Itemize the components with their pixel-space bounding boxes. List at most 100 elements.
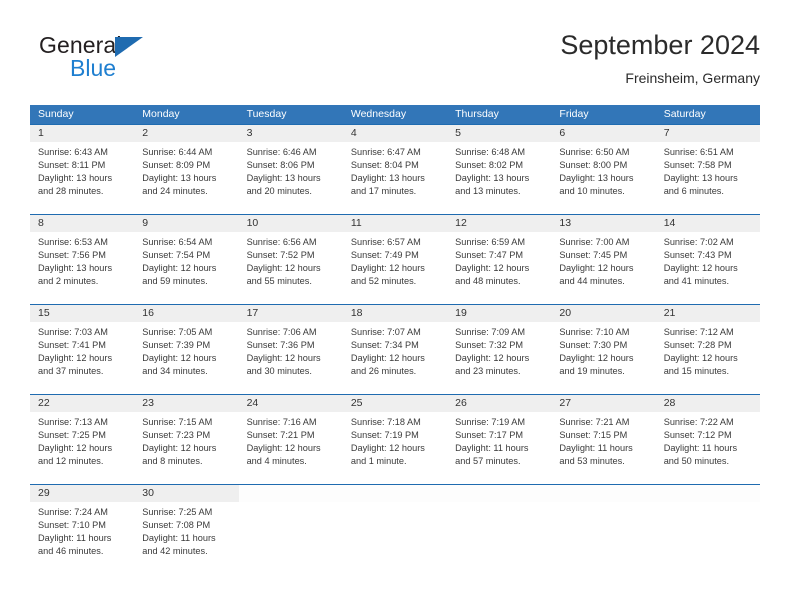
sunset-text: Sunset: 7:19 PM <box>350 430 419 441</box>
weekday-header-tuesday: Tuesday <box>246 108 287 120</box>
daylight-text-line1: Daylight: 12 hours <box>663 263 738 274</box>
sunset-text: Sunset: 7:36 PM <box>246 340 315 351</box>
sunset-text: Sunset: 7:32 PM <box>455 340 524 351</box>
day-details: Sunrise: 7:18 AM Sunset: 7:19 PM Daylight:… <box>343 412 447 468</box>
daylight-text-line2: and 46 minutes. <box>38 546 104 557</box>
sunrise-text: Sunrise: 7:09 AM <box>455 327 526 337</box>
day-cell[interactable]: 11 Sunrise: 6:57 AM Sunset: 7:49 PM Dayligh… <box>342 215 448 304</box>
week-row: 22 Sunrise: 7:13 AM Sunset: 7:25 PM Dayligh… <box>30 394 760 484</box>
daylight-text-line1: Daylight: 12 hours <box>38 443 113 454</box>
day-cell[interactable]: 28 Sunrise: 7:22 AM Sunset: 7:12 PM Dayligh… <box>655 395 760 484</box>
sunrise-text: Sunrise: 7:07 AM <box>350 327 421 337</box>
day-cell[interactable]: 25 Sunrise: 7:18 AM Sunset: 7:19 PM Dayligh… <box>342 395 448 484</box>
day-cell[interactable]: 4 Sunrise: 6:47 AM Sunset: 8:04 PM Daylight… <box>342 125 448 214</box>
day-cell[interactable]: 14 Sunrise: 7:02 AM Sunset: 7:43 PM Dayligh… <box>655 215 760 304</box>
day-cell[interactable]: 7 Sunrise: 6:51 AM Sunset: 7:58 PM Daylight… <box>655 125 760 214</box>
day-number: 6 <box>559 127 566 139</box>
sunset-text: Sunset: 8:04 PM <box>350 160 419 171</box>
day-details: Sunrise: 6:53 AM Sunset: 7:56 PM Daylight:… <box>30 232 134 288</box>
sunrise-text: Sunrise: 7:22 AM <box>663 417 734 427</box>
daylight-text-line1: Daylight: 12 hours <box>142 353 217 364</box>
day-number: 18 <box>350 307 363 319</box>
sunset-text: Sunset: 8:09 PM <box>142 160 211 171</box>
sunrise-text: Sunrise: 6:51 AM <box>663 147 734 157</box>
daylight-text-line1: Daylight: 12 hours <box>455 263 530 274</box>
daylight-text-line2: and 53 minutes. <box>559 456 625 467</box>
day-number: 16 <box>142 307 154 319</box>
day-cell[interactable]: 9 Sunrise: 6:54 AM Sunset: 7:54 PM Daylight… <box>134 215 239 304</box>
daylight-text-line1: Daylight: 13 hours <box>38 263 113 274</box>
sunrise-text: Sunrise: 7:02 AM <box>663 237 734 247</box>
daylight-text-line1: Daylight: 11 hours <box>38 533 112 544</box>
week-row: 1 Sunrise: 6:43 AM Sunset: 8:11 PM Daylight… <box>30 124 760 214</box>
day-cell[interactable]: 27 Sunrise: 7:21 AM Sunset: 7:15 PM Dayligh… <box>551 395 656 484</box>
day-details: Sunrise: 7:07 AM Sunset: 7:34 PM Daylight:… <box>343 322 447 378</box>
day-cell[interactable]: 24 Sunrise: 7:16 AM Sunset: 7:21 PM Dayligh… <box>238 395 343 484</box>
daylight-text-line1: Daylight: 12 hours <box>350 263 425 274</box>
daylight-text-line1: Daylight: 11 hours <box>559 443 633 454</box>
week-row: 8 Sunrise: 6:53 AM Sunset: 7:56 PM Daylight… <box>30 214 760 304</box>
day-number: 26 <box>455 397 467 409</box>
day-details: Sunrise: 7:13 AM Sunset: 7:25 PM Daylight:… <box>30 412 134 468</box>
day-cell[interactable]: 26 Sunrise: 7:19 AM Sunset: 7:17 PM Dayligh… <box>447 395 552 484</box>
day-cell[interactable]: 1 Sunrise: 6:43 AM Sunset: 8:11 PM Daylight… <box>30 125 135 214</box>
brand-logo[interactable]: General Blue <box>39 32 239 88</box>
day-details: Sunrise: 6:54 AM Sunset: 7:54 PM Daylight:… <box>134 232 238 288</box>
day-cell[interactable]: 6 Sunrise: 6:50 AM Sunset: 8:00 PM Daylight… <box>551 125 656 214</box>
daylight-text-line1: Daylight: 12 hours <box>350 353 425 364</box>
day-number: 20 <box>559 307 572 319</box>
sunrise-text: Sunrise: 7:16 AM <box>246 417 317 427</box>
day-number: 4 <box>350 127 357 139</box>
day-cell[interactable]: 2 Sunrise: 6:44 AM Sunset: 8:09 PM Daylight… <box>134 125 239 214</box>
day-cell[interactable]: 21 Sunrise: 7:12 AM Sunset: 7:28 PM Dayligh… <box>655 305 760 394</box>
day-cell[interactable]: 19 Sunrise: 7:09 AM Sunset: 7:32 PM Dayligh… <box>447 305 552 394</box>
day-cell[interactable]: 20 Sunrise: 7:10 AM Sunset: 7:30 PM Dayligh… <box>551 305 656 394</box>
day-cell[interactable]: 12 Sunrise: 6:59 AM Sunset: 7:47 PM Dayligh… <box>447 215 552 304</box>
sunset-text: Sunset: 7:58 PM <box>663 160 732 171</box>
sunrise-text: Sunrise: 6:47 AM <box>350 147 421 157</box>
daylight-text-line1: Daylight: 12 hours <box>455 353 530 364</box>
sunset-text: Sunset: 8:11 PM <box>38 160 106 171</box>
day-cell[interactable]: 8 Sunrise: 6:53 AM Sunset: 7:56 PM Daylight… <box>30 215 135 304</box>
daylight-text-line1: Daylight: 12 hours <box>559 263 634 274</box>
weekday-header-saturday: Saturday <box>663 108 706 120</box>
day-number: 9 <box>142 217 149 229</box>
daylight-text-line2: and 57 minutes. <box>455 456 521 467</box>
day-cell[interactable]: 10 Sunrise: 6:56 AM Sunset: 7:52 PM Dayligh… <box>238 215 343 304</box>
day-number: 28 <box>663 397 676 409</box>
daylight-text-line2: and 13 minutes. <box>455 186 521 197</box>
day-cell[interactable]: 5 Sunrise: 6:48 AM Sunset: 8:02 PM Daylight… <box>447 125 552 214</box>
sunset-text: Sunset: 7:12 PM <box>663 430 732 441</box>
weekday-header-sunday: Sunday <box>38 108 74 120</box>
daylight-text-line2: and 52 minutes. <box>350 276 417 287</box>
day-cell[interactable]: 17 Sunrise: 7:06 AM Sunset: 7:36 PM Dayligh… <box>238 305 343 394</box>
sunrise-text: Sunrise: 7:25 AM <box>142 507 213 517</box>
day-cell[interactable]: 3 Sunrise: 6:46 AM Sunset: 8:06 PM Daylight… <box>238 125 343 214</box>
daylight-text-line2: and 30 minutes. <box>246 366 312 377</box>
day-cell[interactable]: 16 Sunrise: 7:05 AM Sunset: 7:39 PM Dayligh… <box>134 305 239 394</box>
day-cell[interactable]: 23 Sunrise: 7:15 AM Sunset: 7:23 PM Dayligh… <box>134 395 239 484</box>
day-cell-empty <box>238 485 343 572</box>
daylight-text-line1: Daylight: 12 hours <box>246 353 321 364</box>
daylight-text-line1: Daylight: 12 hours <box>142 263 217 274</box>
sunset-text: Sunset: 8:02 PM <box>455 160 524 171</box>
daylight-text-line1: Daylight: 12 hours <box>142 443 217 454</box>
sunset-text: Sunset: 7:17 PM <box>455 430 524 441</box>
daylight-text-line2: and 8 minutes. <box>142 456 203 467</box>
daylight-text-line2: and 44 minutes. <box>559 276 625 287</box>
day-cell[interactable]: 13 Sunrise: 7:00 AM Sunset: 7:45 PM Dayligh… <box>551 215 656 304</box>
day-cell[interactable]: 15 Sunrise: 7:03 AM Sunset: 7:41 PM Dayligh… <box>30 305 135 394</box>
day-cell[interactable]: 30 Sunrise: 7:25 AM Sunset: 7:08 PM Dayligh… <box>134 485 239 572</box>
day-cell[interactable]: 29 Sunrise: 7:24 AM Sunset: 7:10 PM Dayligh… <box>30 485 135 572</box>
day-details: Sunrise: 7:03 AM Sunset: 7:41 PM Daylight:… <box>30 322 134 378</box>
day-cell[interactable]: 18 Sunrise: 7:07 AM Sunset: 7:34 PM Dayligh… <box>342 305 448 394</box>
daylight-text-line2: and 50 minutes. <box>663 456 730 467</box>
day-cell-empty <box>551 485 656 572</box>
triangle-logo-icon <box>115 37 143 57</box>
daylight-text-line1: Daylight: 12 hours <box>246 443 321 454</box>
sunset-text: Sunset: 7:10 PM <box>38 520 106 531</box>
weekday-header-friday: Friday <box>559 108 589 120</box>
day-cell[interactable]: 22 Sunrise: 7:13 AM Sunset: 7:25 PM Dayligh… <box>30 395 135 484</box>
day-number: 25 <box>350 397 363 409</box>
daylight-text-line2: and 23 minutes. <box>455 366 521 377</box>
